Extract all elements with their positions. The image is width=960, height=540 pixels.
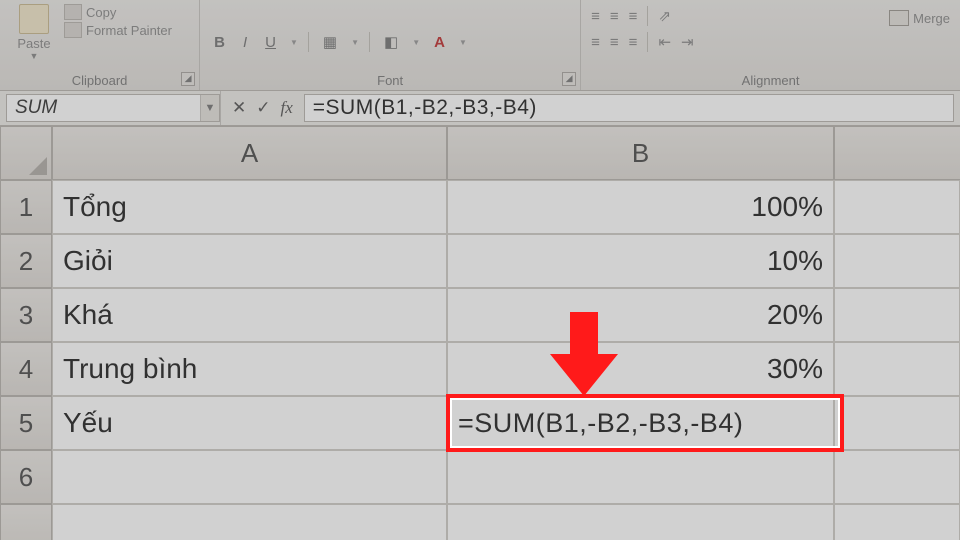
col-header-A[interactable]: A bbox=[52, 126, 447, 180]
align-right-button[interactable]: ≡ bbox=[629, 34, 638, 51]
cell-C5[interactable] bbox=[834, 396, 960, 450]
formula-input-text: =SUM(B1,-B2,-B3,-B4) bbox=[313, 96, 537, 120]
increase-indent-button[interactable]: ⇥ bbox=[681, 33, 694, 51]
group-label-alignment: Alignment bbox=[581, 73, 960, 88]
enter-formula-icon[interactable]: ✓ bbox=[253, 98, 273, 118]
cell-B7[interactable] bbox=[447, 504, 834, 540]
col-header-B[interactable]: B bbox=[447, 126, 834, 180]
align-center-button[interactable]: ≡ bbox=[610, 34, 619, 51]
copy-label: Copy bbox=[86, 5, 116, 20]
row-header-2[interactable]: 2 bbox=[0, 234, 52, 288]
align-bottom-button[interactable]: ≡ bbox=[629, 8, 638, 25]
name-box[interactable]: SUM ▼ bbox=[6, 94, 220, 122]
select-all-corner[interactable] bbox=[0, 126, 52, 180]
font-color-button[interactable]: A bbox=[430, 34, 449, 51]
cell-A7[interactable] bbox=[52, 504, 447, 540]
format-painter-button[interactable]: Format Painter bbox=[64, 22, 172, 38]
row-header-5[interactable]: 5 bbox=[0, 396, 52, 450]
copy-button[interactable]: Copy bbox=[64, 4, 172, 20]
cell-B4[interactable]: 30% bbox=[447, 342, 834, 396]
group-label-font: Font bbox=[200, 73, 580, 88]
ribbon-group-font: B I U ▼ ▦ ▼ ◧ ▼ A ▼ Font ◢ bbox=[200, 0, 581, 90]
cell-A4[interactable]: Trung bình bbox=[52, 342, 447, 396]
spreadsheet-grid[interactable]: A B 1 Tổng 100% 2 Giỏi 10% 3 Khá 20% 4 T… bbox=[0, 126, 960, 540]
cell-B1[interactable]: 100% bbox=[447, 180, 834, 234]
chevron-down-icon: ▼ bbox=[30, 51, 39, 61]
align-middle-button[interactable]: ≡ bbox=[610, 8, 619, 25]
merge-icon bbox=[889, 10, 909, 26]
orientation-button[interactable]: ⇗ bbox=[658, 7, 671, 25]
underline-button[interactable]: U bbox=[261, 34, 280, 51]
formula-bar: SUM ▼ ✕ ✓ fx =SUM(B1,-B2,-B3,-B4) bbox=[0, 91, 960, 126]
cell-C7[interactable] bbox=[834, 504, 960, 540]
chevron-down-icon: ▼ bbox=[459, 38, 467, 47]
cell-A3[interactable]: Khá bbox=[52, 288, 447, 342]
row-header-3[interactable]: 3 bbox=[0, 288, 52, 342]
ribbon: Paste ▼ Copy Format Painter Clipboard ◢ … bbox=[0, 0, 960, 91]
chevron-down-icon: ▼ bbox=[351, 38, 359, 47]
ribbon-group-clipboard: Paste ▼ Copy Format Painter Clipboard ◢ bbox=[0, 0, 200, 90]
italic-button[interactable]: I bbox=[239, 34, 251, 51]
row-header-6[interactable]: 6 bbox=[0, 450, 52, 504]
align-left-button[interactable]: ≡ bbox=[591, 34, 600, 51]
col-header-C[interactable] bbox=[834, 126, 960, 180]
ribbon-group-alignment: ≡ ≡ ≡ ⇗ ≡ ≡ ≡ ⇤ ⇥ Merge Alignment bbox=[581, 0, 960, 90]
cell-A6[interactable] bbox=[52, 450, 447, 504]
fill-color-button[interactable]: ◧ bbox=[380, 33, 402, 51]
clipboard-icon bbox=[19, 4, 49, 34]
dialog-launcher-icon[interactable]: ◢ bbox=[181, 72, 195, 86]
row-header-7[interactable] bbox=[0, 504, 52, 540]
cell-B3[interactable]: 20% bbox=[447, 288, 834, 342]
cell-A2[interactable]: Giỏi bbox=[52, 234, 447, 288]
chevron-down-icon[interactable]: ▼ bbox=[200, 95, 219, 121]
paste-label: Paste bbox=[17, 36, 50, 51]
align-top-button[interactable]: ≡ bbox=[591, 8, 600, 25]
fx-icon[interactable]: fx bbox=[278, 98, 296, 118]
cell-B6[interactable] bbox=[447, 450, 834, 504]
cell-C6[interactable] bbox=[834, 450, 960, 504]
cell-C2[interactable] bbox=[834, 234, 960, 288]
merge-label: Merge bbox=[913, 11, 950, 26]
decrease-indent-button[interactable]: ⇤ bbox=[658, 33, 671, 51]
formula-input[interactable]: =SUM(B1,-B2,-B3,-B4) bbox=[304, 94, 954, 122]
cell-B2[interactable]: 10% bbox=[447, 234, 834, 288]
brush-icon bbox=[64, 22, 82, 38]
cell-C1[interactable] bbox=[834, 180, 960, 234]
paste-button[interactable]: Paste ▼ bbox=[10, 4, 58, 61]
chevron-down-icon: ▼ bbox=[290, 38, 298, 47]
group-label-clipboard: Clipboard bbox=[0, 73, 199, 88]
cell-C3[interactable] bbox=[834, 288, 960, 342]
cell-A1[interactable]: Tổng bbox=[52, 180, 447, 234]
format-painter-label: Format Painter bbox=[86, 23, 172, 38]
merge-button[interactable]: Merge bbox=[889, 10, 950, 26]
name-box-value: SUM bbox=[7, 97, 200, 119]
row-header-4[interactable]: 4 bbox=[0, 342, 52, 396]
bold-button[interactable]: B bbox=[210, 34, 229, 51]
chevron-down-icon: ▼ bbox=[412, 38, 420, 47]
row-header-1[interactable]: 1 bbox=[0, 180, 52, 234]
cell-A5[interactable]: Yếu bbox=[52, 396, 447, 450]
cancel-formula-icon[interactable]: ✕ bbox=[229, 98, 249, 118]
copy-icon bbox=[64, 4, 82, 20]
cell-B5[interactable]: =SUM(B1,-B2,-B3,-B4) bbox=[447, 396, 834, 450]
cell-C4[interactable] bbox=[834, 342, 960, 396]
border-button[interactable]: ▦ bbox=[319, 33, 341, 51]
dialog-launcher-icon[interactable]: ◢ bbox=[562, 72, 576, 86]
